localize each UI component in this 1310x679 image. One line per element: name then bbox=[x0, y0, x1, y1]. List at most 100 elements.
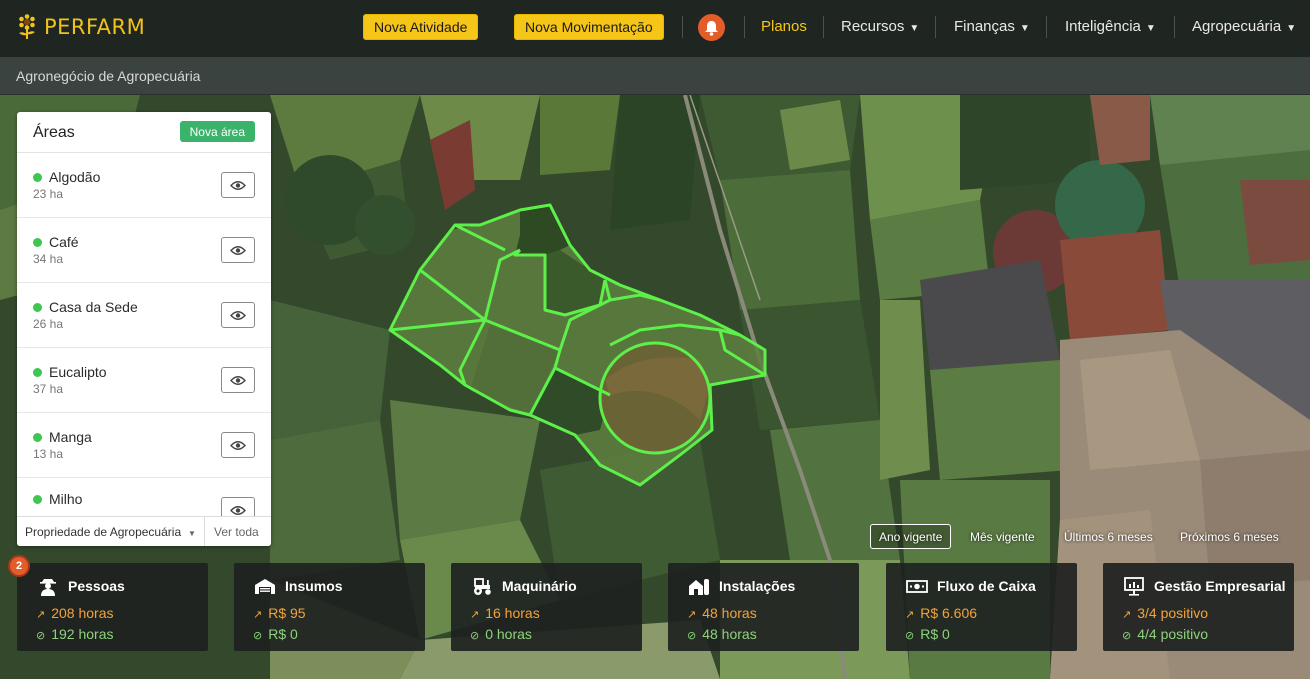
done-text: R$ 0 bbox=[920, 626, 950, 642]
property-select[interactable]: Propriedade de Agropecuária bbox=[25, 525, 181, 539]
area-size: 23 ha bbox=[33, 187, 64, 201]
new-movement-button[interactable]: Nova Movimentação bbox=[514, 14, 664, 40]
nav-divider bbox=[1046, 16, 1047, 38]
summary-card-instalacoes[interactable]: Instalações ↗ 48 horas ⊘ 48 horas bbox=[668, 563, 859, 651]
nav-agropecuaria-label: Agropecuária bbox=[1192, 18, 1282, 35]
period-current-year[interactable]: Ano vigente bbox=[870, 524, 952, 549]
new-activity-button[interactable]: Nova Atividade bbox=[363, 14, 479, 40]
status-dot-icon bbox=[33, 238, 42, 247]
check-circle-icon: ⊘ bbox=[253, 630, 263, 642]
area-size: 13 ha bbox=[33, 447, 64, 461]
nav-agropecuaria[interactable]: Agropecuária ▼ bbox=[1192, 18, 1296, 35]
areas-title: Áreas bbox=[33, 124, 75, 141]
area-name: Milho bbox=[49, 491, 83, 507]
card-planned-value: ↗ 16 horas bbox=[470, 605, 540, 621]
caret-down-icon[interactable]: ▼ bbox=[188, 529, 196, 538]
arrow-up-right-icon: ↗ bbox=[36, 609, 46, 621]
notifications-bell-button[interactable] bbox=[698, 14, 725, 41]
status-dot-icon bbox=[33, 303, 42, 312]
list-item[interactable]: Milho bbox=[17, 478, 271, 516]
period-current-month[interactable]: Mês vigente bbox=[962, 524, 1043, 549]
new-area-button[interactable]: Nova área bbox=[179, 121, 255, 142]
list-item[interactable]: Casa da Sede 26 ha bbox=[17, 283, 271, 348]
card-done-value: ⊘ 192 horas bbox=[36, 626, 114, 642]
eye-icon bbox=[230, 245, 246, 255]
toggle-visibility-button[interactable] bbox=[221, 302, 255, 328]
page-title: Agronegócio de Agropecuária bbox=[16, 68, 201, 84]
tractor-icon bbox=[474, 578, 491, 595]
bell-icon bbox=[705, 20, 718, 36]
area-name: Algodão bbox=[49, 169, 101, 185]
warehouse-icon bbox=[255, 579, 275, 594]
footer-divider bbox=[204, 517, 205, 546]
nav-divider bbox=[935, 16, 936, 38]
toggle-visibility-button[interactable] bbox=[221, 172, 255, 198]
card-title: Instalações bbox=[719, 578, 796, 594]
card-title: Maquinário bbox=[502, 578, 577, 594]
caret-down-icon: ▼ bbox=[1019, 23, 1030, 34]
card-title: Gestão Empresarial bbox=[1154, 578, 1286, 594]
areas-panel-footer: Propriedade de Agropecuária ▼ Ver toda bbox=[17, 516, 271, 546]
list-item[interactable]: Manga 13 ha bbox=[17, 413, 271, 478]
card-done-value: ⊘ R$ 0 bbox=[905, 626, 950, 642]
summary-card-gestao-empresarial[interactable]: Gestão Empresarial ↗ 3/4 positivo ⊘ 4/4 po… bbox=[1103, 563, 1294, 651]
summary-card-maquinario[interactable]: Maquinário ↗ 16 horas ⊘ 0 horas bbox=[451, 563, 642, 651]
card-title: Pessoas bbox=[68, 578, 125, 594]
context-bar: Agronegócio de Agropecuária bbox=[0, 57, 1310, 95]
caret-down-icon: ▼ bbox=[1145, 23, 1156, 34]
toggle-visibility-button[interactable] bbox=[221, 367, 255, 393]
planned-text: 208 horas bbox=[51, 605, 114, 621]
summary-card-pessoas[interactable]: Pessoas ↗ 208 horas ⊘ 192 horas bbox=[17, 563, 208, 651]
eye-icon bbox=[230, 440, 246, 450]
period-next-6-months[interactable]: Próximos 6 meses bbox=[1172, 524, 1287, 549]
nav-divider bbox=[1174, 16, 1175, 38]
toggle-visibility-button[interactable] bbox=[221, 497, 255, 516]
arrow-up-right-icon: ↗ bbox=[470, 609, 480, 621]
arrow-up-right-icon: ↗ bbox=[253, 609, 263, 621]
card-title: Insumos bbox=[285, 578, 343, 594]
farmhouse-icon bbox=[689, 579, 709, 595]
card-planned-value: ↗ R$ 6.606 bbox=[905, 605, 977, 621]
arrow-up-right-icon: ↗ bbox=[687, 609, 697, 621]
farmer-icon bbox=[40, 579, 56, 596]
planned-text: 48 horas bbox=[702, 605, 757, 621]
nav-financas-label: Finanças bbox=[954, 18, 1015, 35]
sunflower-logo-icon bbox=[19, 14, 35, 39]
period-last-6-months[interactable]: Últimos 6 meses bbox=[1056, 524, 1161, 549]
area-size: 26 ha bbox=[33, 317, 64, 331]
summary-card-insumos[interactable]: Insumos ↗ R$ 95 ⊘ R$ 0 bbox=[234, 563, 425, 651]
toggle-visibility-button[interactable] bbox=[221, 237, 255, 263]
view-all-link[interactable]: Ver toda bbox=[214, 525, 259, 539]
planned-text: 16 horas bbox=[485, 605, 540, 621]
planned-text: R$ 95 bbox=[268, 605, 306, 621]
brand-name: PERFARM bbox=[44, 15, 146, 39]
nav-divider bbox=[682, 16, 683, 38]
nav-financas[interactable]: Finanças ▼ bbox=[954, 18, 1030, 35]
list-item[interactable]: Algodão 23 ha bbox=[17, 153, 271, 218]
card-title: Fluxo de Caixa bbox=[937, 578, 1036, 594]
areas-panel: Áreas Nova área Algodão 23 ha Café 34 ha… bbox=[17, 112, 271, 546]
done-text: 48 horas bbox=[702, 626, 757, 642]
list-item[interactable]: Eucalipto 37 ha bbox=[17, 348, 271, 413]
notification-count-badge[interactable]: 2 bbox=[8, 555, 30, 577]
nav-recursos[interactable]: Recursos ▼ bbox=[841, 18, 919, 35]
nav-divider bbox=[823, 16, 824, 38]
area-name: Café bbox=[49, 234, 79, 250]
area-list[interactable]: Algodão 23 ha Café 34 ha Casa da Sede 26… bbox=[17, 153, 271, 516]
nav-divider bbox=[744, 16, 745, 38]
eye-icon bbox=[230, 505, 246, 515]
brand-logo[interactable]: PERFARM bbox=[16, 14, 145, 40]
check-circle-icon: ⊘ bbox=[36, 630, 46, 642]
area-name: Manga bbox=[49, 429, 92, 445]
nav-planos[interactable]: Planos bbox=[761, 18, 807, 35]
planned-text: 3/4 positivo bbox=[1137, 605, 1209, 621]
done-text: R$ 0 bbox=[268, 626, 298, 642]
summary-card-fluxo-de-caixa[interactable]: Fluxo de Caixa ↗ R$ 6.606 ⊘ R$ 0 bbox=[886, 563, 1077, 651]
check-circle-icon: ⊘ bbox=[905, 630, 915, 642]
arrow-up-right-icon: ↗ bbox=[905, 609, 915, 621]
toggle-visibility-button[interactable] bbox=[221, 432, 255, 458]
nav-inteligencia[interactable]: Inteligência ▼ bbox=[1065, 18, 1156, 35]
list-item[interactable]: Café 34 ha bbox=[17, 218, 271, 283]
cash-icon bbox=[906, 580, 928, 593]
done-text: 192 horas bbox=[51, 626, 114, 642]
